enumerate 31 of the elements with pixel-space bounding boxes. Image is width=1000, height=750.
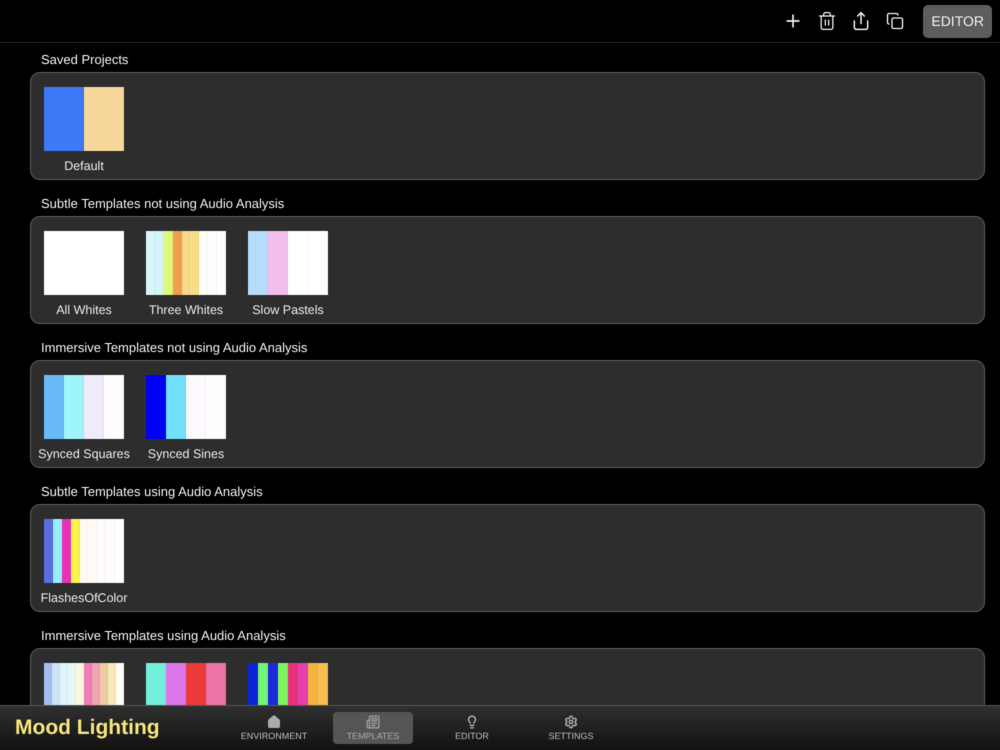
palette-thumbnail[interactable] [146,231,226,295]
template-name: FlashesOfColor [40,591,128,605]
section-title: Immersive Templates not using Audio Analysis [40,340,308,357]
section-title: Subtle Templates using Audio Analysis [40,484,264,501]
home-icon [267,715,281,729]
section-title: Saved Projects [40,52,130,69]
palette-thumbnail[interactable] [146,375,226,439]
template-name: Default [64,159,104,173]
nav-tab[interactable]: EDITOR [432,712,512,744]
palette-thumbnail[interactable] [44,87,124,151]
section-title: Subtle Templates not using Audio Analysis [40,196,286,213]
palette-thumbnail[interactable] [44,519,124,583]
template-name: Three Whites [148,303,224,317]
nav-tab[interactable]: SETTINGS [531,712,611,744]
lightbulb-icon [465,715,479,729]
nav-tab[interactable]: ENVIRONMENT [234,712,314,744]
copy-button[interactable] [885,10,906,32]
settings-icon [564,715,578,729]
editor-button[interactable]: EDITOR [923,4,992,38]
share-button[interactable] [851,10,872,32]
template-name: All Whites [56,303,112,317]
delete-button[interactable] [817,10,838,32]
template-name: Slow Pastels [252,303,324,317]
palette-thumbnail[interactable] [44,231,124,295]
palette-thumbnail[interactable] [248,231,328,295]
document-icon [366,715,380,729]
section-title: Immersive Templates using Audio Analysis [40,628,287,645]
app-title: Mood Lighting [14,716,161,740]
template-name: Synced Sines [148,447,224,461]
template-name: Synced Squares [38,447,130,461]
palette-thumbnail[interactable] [44,375,124,439]
